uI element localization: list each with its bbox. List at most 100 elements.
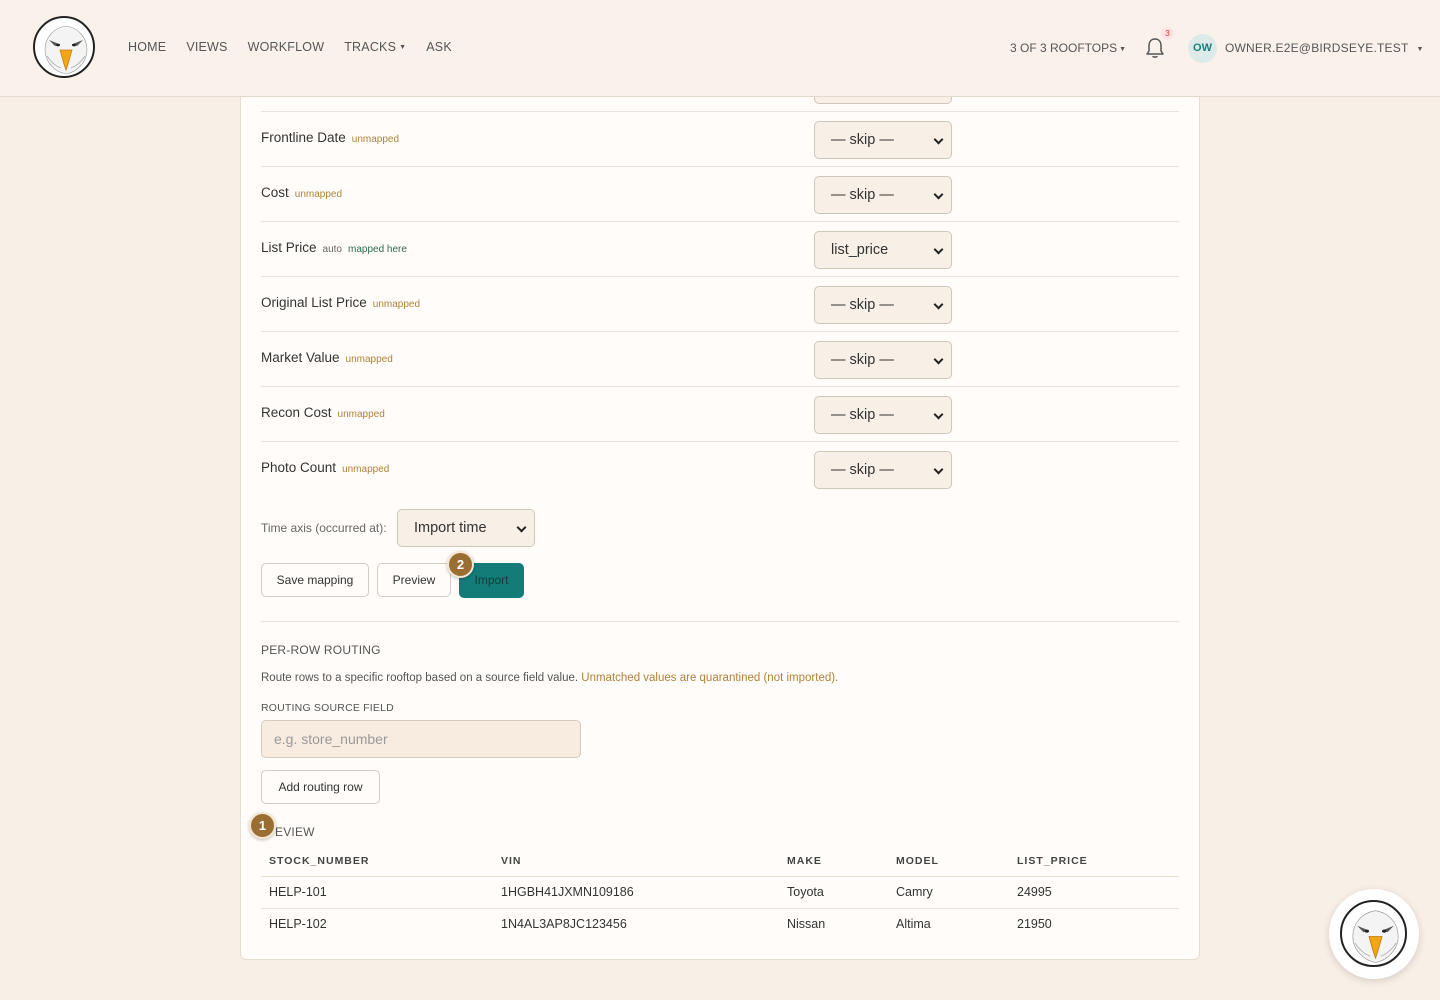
save-mapping-button[interactable]: Save mapping: [261, 563, 369, 597]
unmapped-tag: unmapped: [342, 464, 390, 475]
user-menu[interactable]: OWNER.E2E@BIRDSEYE.TEST ▼: [1225, 41, 1424, 55]
add-routing-row-button[interactable]: Add routing row: [261, 770, 380, 804]
field-row-original-list-price: Original List Price unmapped — skip —: [261, 276, 1179, 331]
unmapped-tag: unmapped: [372, 299, 421, 310]
notification-count-badge: 3: [1161, 27, 1174, 40]
column-header: LIST_PRICE: [1009, 846, 1179, 877]
table-cell: Camry: [888, 876, 1009, 909]
column-header: MAKE: [779, 846, 888, 877]
table-cell: HELP-102: [269, 917, 327, 932]
field-label: Photo Count unmapped: [261, 460, 389, 475]
field-name: Recon Cost: [261, 405, 332, 420]
field-select-value: — skip —: [831, 352, 894, 368]
column-header: MODEL: [888, 846, 1009, 877]
section-divider: [261, 621, 1179, 622]
unmapped-tag: unmapped: [351, 134, 400, 145]
field-name: Frontline Date: [261, 130, 346, 145]
table-cell: 21950: [1017, 917, 1052, 932]
field-label: List Price auto mapped here: [261, 240, 407, 255]
table-cell: Nissan: [787, 917, 826, 932]
field-select-value: — skip —: [831, 407, 894, 423]
chevron-down-icon: [933, 299, 944, 310]
field-label: Recon Cost unmapped: [261, 405, 385, 420]
avatar[interactable]: OW: [1188, 34, 1217, 63]
field-label: Market Value unmapped: [261, 350, 393, 365]
step-marker-2: 2: [447, 551, 474, 578]
nav-tracks[interactable]: TRACKS ▼: [344, 40, 406, 54]
field-name: List Price: [261, 240, 317, 255]
field-name: Photo Count: [261, 460, 337, 475]
field-label: Frontline Date unmapped: [261, 130, 399, 145]
column-header: STOCK_NUMBER: [261, 846, 493, 877]
field-select-value: — skip —: [831, 462, 894, 478]
preview-button[interactable]: Preview: [377, 563, 451, 597]
field-row-photo-count: Photo Count unmapped — skip —: [261, 441, 1179, 496]
caret-down-icon: ▼: [399, 44, 407, 51]
field-select-value: list_price: [831, 242, 889, 258]
field-row-frontline-date: Frontline Date unmapped — skip —: [261, 111, 1179, 166]
table-row: HELP-101 1HGBH41JXMN109186 Toyota Camry …: [261, 876, 1179, 909]
eagle-logo-icon[interactable]: [33, 16, 95, 78]
field-label: Cost unmapped: [261, 185, 342, 200]
preview-table: STOCK_NUMBER VIN MAKE MODEL LIST_PRICE H…: [261, 846, 1179, 940]
routing-description: Route rows to a specific rooftop based o…: [261, 672, 838, 684]
chevron-down-icon: [516, 522, 527, 533]
time-axis-value: Import time: [414, 520, 487, 536]
nav-ask[interactable]: ASK: [426, 40, 452, 54]
rooftop-selector[interactable]: 3 OF 3 ROOFTOPS ▼: [1010, 41, 1126, 55]
table-cell: Toyota: [779, 876, 888, 909]
table-cell: 1N4AL3AP8JC123456: [501, 917, 627, 932]
column-header: VIN: [493, 846, 779, 877]
chevron-down-icon: [933, 464, 944, 475]
field-select-photo-count[interactable]: — skip —: [814, 451, 952, 489]
unmapped-tag: unmapped: [294, 189, 343, 200]
mapped-tag: mapped here: [348, 244, 407, 255]
table-cell: HELP-101: [261, 876, 493, 909]
nav-home[interactable]: HOME: [128, 40, 166, 54]
field-select-value: — skip —: [831, 187, 894, 203]
bell-icon[interactable]: [1145, 37, 1165, 59]
nav-views[interactable]: VIEWS: [186, 40, 227, 54]
assistant-fab-button[interactable]: [1329, 889, 1419, 979]
chevron-down-icon: [933, 189, 944, 200]
routing-source-input[interactable]: e.g. store_number: [261, 720, 581, 758]
routing-description-text: Route rows to a specific rooftop based o…: [261, 672, 579, 684]
field-name: Original List Price: [261, 295, 367, 310]
field-row-list-price: List Price auto mapped here list_price: [261, 221, 1179, 276]
table-cell: 1HGBH41JXMN109186: [493, 876, 779, 909]
chevron-down-icon: [933, 409, 944, 420]
field-label: Original List Price unmapped: [261, 295, 420, 310]
table-cell: 24995: [1009, 876, 1179, 909]
table-cell: Altima: [896, 917, 931, 932]
field-select-market-value[interactable]: — skip —: [814, 341, 952, 379]
user-email-label: OWNER.E2E@BIRDSEYE.TEST: [1225, 41, 1409, 55]
mapping-card: Frontline Date unmapped — skip — Cost unma…: [240, 0, 1200, 960]
top-header: HOME VIEWS WORKFLOW TRACKS ▼ ASK 3 OF 3 R…: [0, 0, 1440, 97]
unmapped-tag: unmapped: [345, 354, 393, 365]
routing-warning-text: Unmatched values are quarantined (not im…: [581, 672, 839, 684]
time-axis-label: Time axis (occurred at):: [261, 521, 387, 535]
chevron-down-icon: [933, 134, 944, 145]
nav-workflow[interactable]: WORKFLOW: [248, 40, 325, 54]
field-select-original-list-price[interactable]: — skip —: [814, 286, 952, 324]
chevron-down-icon: [933, 244, 944, 255]
caret-down-icon: ▼: [1416, 46, 1424, 53]
unmapped-tag: unmapped: [337, 409, 385, 420]
nav-tracks-label: TRACKS: [344, 40, 397, 54]
field-select-frontline-date[interactable]: — skip —: [814, 121, 952, 159]
field-select-recon-cost[interactable]: — skip —: [814, 396, 952, 434]
field-select-list-price[interactable]: list_price: [814, 231, 952, 269]
table-row: HELP-102 1N4AL3AP8JC123456 Nissan Altima…: [261, 908, 1179, 940]
caret-down-icon: ▼: [1119, 46, 1127, 53]
time-axis-select[interactable]: Import time: [397, 509, 535, 547]
field-name: Market Value: [261, 350, 340, 365]
preview-section-title: EVIEW: [275, 825, 315, 839]
field-select-value: — skip —: [831, 132, 894, 148]
field-select-value: — skip —: [831, 297, 894, 313]
field-name: Cost: [261, 185, 289, 200]
field-select-cost[interactable]: — skip —: [814, 176, 952, 214]
field-row-recon-cost: Recon Cost unmapped — skip —: [261, 386, 1179, 441]
rooftop-selector-label: 3 OF 3 ROOFTOPS: [1010, 41, 1118, 55]
eagle-assistant-icon: [1340, 900, 1407, 967]
step-marker-1: 1: [249, 812, 276, 839]
